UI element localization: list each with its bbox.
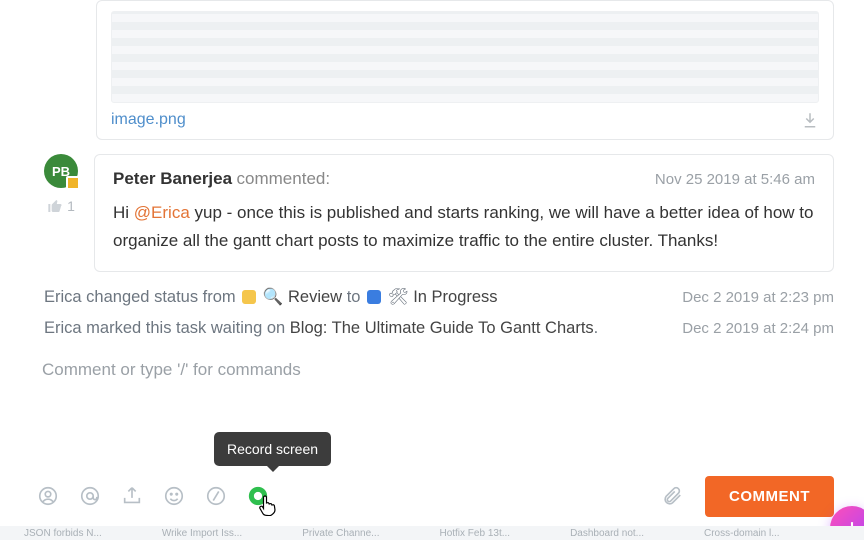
task-link[interactable]: Blog: The Ultimate Guide To Gantt Charts xyxy=(290,319,594,337)
attachment-preview[interactable] xyxy=(111,11,819,103)
like-button[interactable]: 1 xyxy=(47,198,75,214)
status-from-label: Review xyxy=(288,288,342,306)
upload-icon[interactable] xyxy=(120,484,144,508)
attachment-icon[interactable] xyxy=(661,485,683,507)
thumb-up-icon xyxy=(47,198,63,214)
activity-text: changed status from xyxy=(82,288,241,306)
comment-card: Peter Banerjea commented: Nov 25 2019 at… xyxy=(94,154,834,272)
activity-row: Erica marked this task waiting on Blog: … xyxy=(40,319,834,338)
download-icon[interactable] xyxy=(801,111,819,129)
activity-text: marked this task waiting on xyxy=(82,319,290,337)
comment-button[interactable]: COMMENT xyxy=(705,476,834,517)
activity-row: Erica changed status from 🔍 Review to 🛠 … xyxy=(40,288,834,307)
activity-timestamp: Dec 2 2019 at 2:23 pm xyxy=(682,289,834,306)
attachment-card: image.png xyxy=(96,0,834,140)
tooltip: Record screen xyxy=(214,432,331,466)
assign-icon[interactable] xyxy=(36,484,60,508)
footer-item[interactable]: Cross-domain l... xyxy=(704,528,780,539)
comment-author[interactable]: Peter Banerjea xyxy=(113,169,232,188)
compose-toolbar: COMMENT xyxy=(30,472,834,520)
hammer-icon: 🛠 xyxy=(388,288,409,306)
compose-placeholder[interactable]: Comment or type '/' for commands xyxy=(42,360,834,380)
footer-item[interactable]: JSON forbids N... xyxy=(24,528,102,539)
compose-area[interactable]: Comment or type '/' for commands xyxy=(40,360,834,380)
comment-timestamp: Nov 25 2019 at 5:46 am xyxy=(655,171,815,188)
activity-timestamp: Dec 2 2019 at 2:24 pm xyxy=(682,320,834,337)
activity-actor[interactable]: Erica xyxy=(44,319,82,337)
comment-text-post: yup - once this is published and starts … xyxy=(113,203,813,250)
status-pill-to xyxy=(367,290,381,304)
activity-text: . xyxy=(594,319,599,337)
status-pill-from xyxy=(242,290,256,304)
footer-item[interactable]: Hotfix Feb 13t... xyxy=(439,528,510,539)
like-count: 1 xyxy=(67,198,75,214)
emoji-icon[interactable] xyxy=(162,484,186,508)
at-mention-icon[interactable] xyxy=(78,484,102,508)
avatar[interactable]: PB xyxy=(44,154,78,188)
footer-item[interactable]: Dashboard not... xyxy=(570,528,644,539)
record-screen-icon[interactable] xyxy=(246,484,270,508)
cursor-hand-icon xyxy=(258,494,276,512)
comment-body: Hi @Erica yup - once this is published a… xyxy=(113,199,815,255)
footer-item[interactable]: Wrike Import Iss... xyxy=(162,528,242,539)
mention[interactable]: @Erica xyxy=(134,203,190,222)
activity-text: to xyxy=(342,288,365,306)
status-to-label: In Progress xyxy=(413,288,497,306)
comment-verb: commented: xyxy=(237,169,331,188)
footer-bar: JSON forbids N... Wrike Import Iss... Pr… xyxy=(0,526,864,540)
magnifier-icon: 🔍 xyxy=(263,288,284,306)
footer-item[interactable]: Private Channe... xyxy=(302,528,379,539)
attachment-filename[interactable]: image.png xyxy=(111,111,186,129)
comment-text-pre: Hi xyxy=(113,203,134,222)
slash-command-icon[interactable] xyxy=(204,484,228,508)
activity-actor[interactable]: Erica xyxy=(44,288,82,306)
